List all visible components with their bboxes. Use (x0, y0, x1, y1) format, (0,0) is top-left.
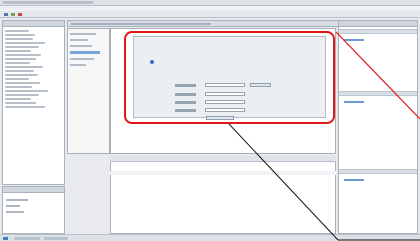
status-line (110, 171, 336, 175)
task-section-2[interactable] (339, 91, 417, 96)
project-tree-panel[interactable] (2, 20, 65, 185)
open-icon[interactable] (11, 13, 15, 16)
editor-breadcrumb (71, 23, 211, 25)
toolbar[interactable] (0, 11, 420, 18)
save-icon[interactable] (4, 13, 8, 16)
tasks-panel[interactable] (338, 20, 418, 234)
taskbar[interactable] (0, 234, 420, 241)
tab-diagnostics[interactable] (166, 157, 168, 161)
close-icon[interactable] (18, 13, 22, 16)
tasks-header (339, 21, 417, 27)
editor-header (67, 20, 349, 27)
inspector-panel[interactable] (110, 156, 336, 234)
tab-info[interactable] (138, 157, 140, 161)
properties-navigation[interactable] (67, 28, 110, 154)
taskbar-item[interactable] (44, 237, 68, 240)
task-link-2[interactable] (344, 101, 364, 103)
task-link-3[interactable] (344, 179, 364, 181)
highlight-box (124, 31, 335, 124)
window-title (3, 1, 93, 4)
task-link-1[interactable] (344, 39, 364, 41)
start-icon[interactable] (3, 237, 8, 240)
taskbar-item[interactable] (14, 237, 40, 240)
tab-properties[interactable] (114, 157, 116, 161)
task-section-1[interactable] (339, 29, 417, 34)
task-section-3[interactable] (339, 169, 417, 174)
details-panel[interactable] (2, 186, 65, 234)
inspector-tabs[interactable] (110, 156, 336, 162)
